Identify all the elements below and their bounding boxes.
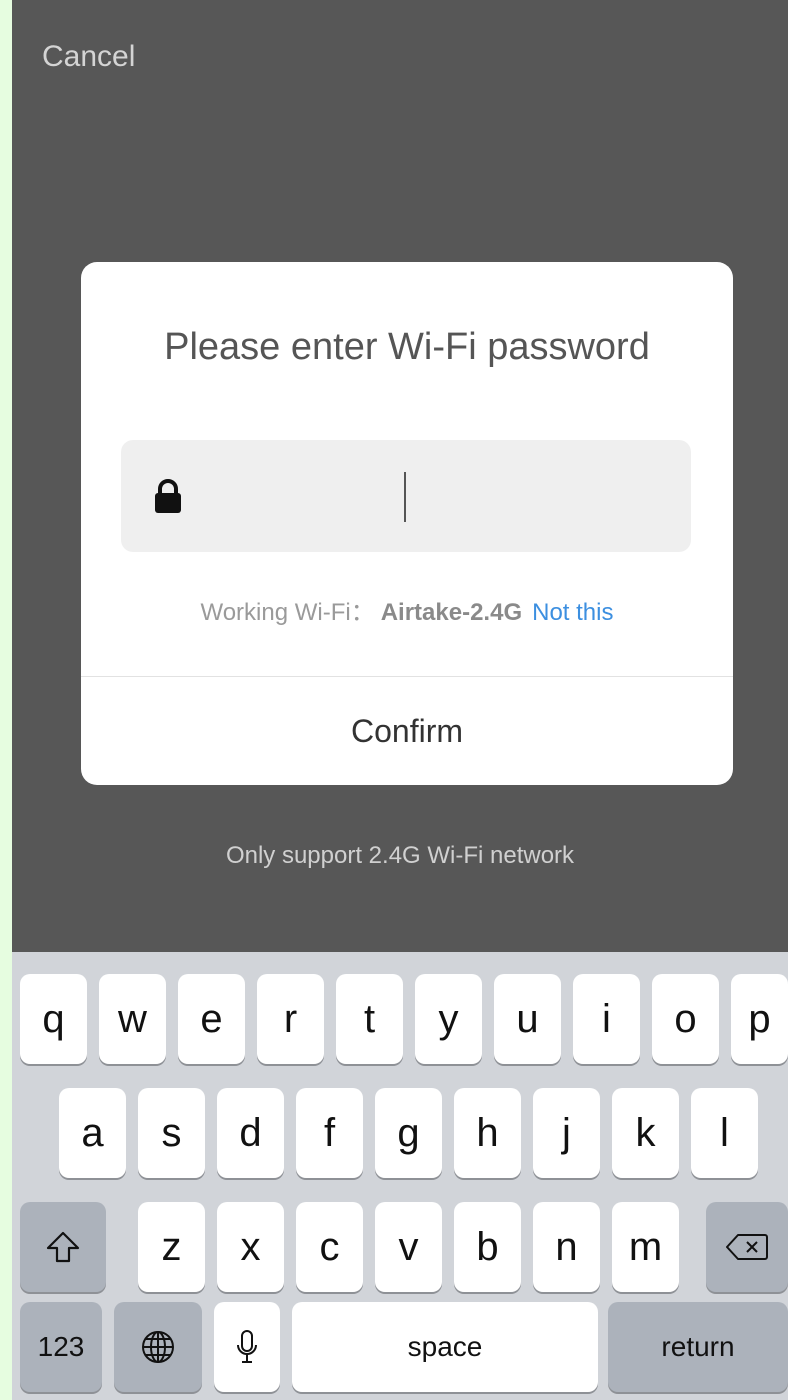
key-t[interactable]: t bbox=[336, 974, 403, 1064]
support-note: Only support 2.4G Wi-Fi network bbox=[225, 842, 575, 869]
key-r[interactable]: r bbox=[257, 974, 324, 1064]
confirm-button[interactable]: Confirm bbox=[81, 677, 733, 785]
mic-icon bbox=[237, 1330, 257, 1363]
lock-icon bbox=[155, 479, 181, 513]
key-e[interactable]: e bbox=[178, 974, 245, 1064]
key-o[interactable]: o bbox=[652, 974, 719, 1064]
ssid-name: Airtake-2.4G bbox=[380, 599, 523, 626]
key-q[interactable]: q bbox=[20, 974, 87, 1064]
key-g[interactable]: g bbox=[375, 1088, 442, 1178]
key-s[interactable]: s bbox=[138, 1088, 205, 1178]
backspace-icon bbox=[726, 1234, 768, 1260]
key-c[interactable]: c bbox=[296, 1202, 363, 1292]
key-w[interactable]: w bbox=[99, 974, 166, 1064]
dialog-title: Please enter Wi-Fi password bbox=[164, 326, 650, 368]
working-wifi-label: Working Wi-Fi： bbox=[200, 599, 375, 626]
password-field[interactable] bbox=[121, 440, 691, 552]
key-a[interactable]: a bbox=[59, 1088, 126, 1178]
key-y[interactable]: y bbox=[415, 974, 482, 1064]
key-b[interactable]: b bbox=[454, 1202, 521, 1292]
return-key[interactable]: return bbox=[608, 1302, 788, 1392]
mic-key[interactable] bbox=[214, 1302, 280, 1392]
space-key[interactable]: space bbox=[292, 1302, 598, 1392]
key-d[interactable]: d bbox=[217, 1088, 284, 1178]
key-k[interactable]: k bbox=[612, 1088, 679, 1178]
working-wifi-line: Working Wi-Fi： Airtake-2.4G Not this bbox=[81, 592, 733, 627]
key-p[interactable]: p bbox=[731, 974, 788, 1064]
backspace-key[interactable] bbox=[706, 1202, 788, 1292]
key-v[interactable]: v bbox=[375, 1202, 442, 1292]
key-u[interactable]: u bbox=[494, 974, 561, 1064]
globe-key[interactable] bbox=[114, 1302, 202, 1392]
keyboard: q w e r t y u i o p a s d f g h j k l z … bbox=[12, 952, 788, 1400]
text-caret bbox=[404, 472, 406, 522]
key-n[interactable]: n bbox=[533, 1202, 600, 1292]
numbers-key[interactable]: 123 bbox=[20, 1302, 102, 1392]
not-this-link[interactable]: Not this bbox=[532, 599, 613, 626]
shift-key[interactable] bbox=[20, 1202, 106, 1292]
cancel-button[interactable]: Cancel bbox=[42, 40, 135, 74]
key-l[interactable]: l bbox=[691, 1088, 758, 1178]
wifi-password-dialog: Please enter Wi-Fi password Working Wi-F… bbox=[81, 262, 733, 785]
key-h[interactable]: h bbox=[454, 1088, 521, 1178]
screen: Cancel Please enter Wi-Fi password Worki… bbox=[12, 0, 788, 1400]
key-x[interactable]: x bbox=[217, 1202, 284, 1292]
key-i[interactable]: i bbox=[573, 974, 640, 1064]
globe-icon bbox=[142, 1331, 174, 1363]
key-z[interactable]: z bbox=[138, 1202, 205, 1292]
password-input[interactable] bbox=[201, 460, 671, 532]
shift-icon bbox=[46, 1231, 80, 1263]
key-f[interactable]: f bbox=[296, 1088, 363, 1178]
key-j[interactable]: j bbox=[533, 1088, 600, 1178]
key-m[interactable]: m bbox=[612, 1202, 679, 1292]
